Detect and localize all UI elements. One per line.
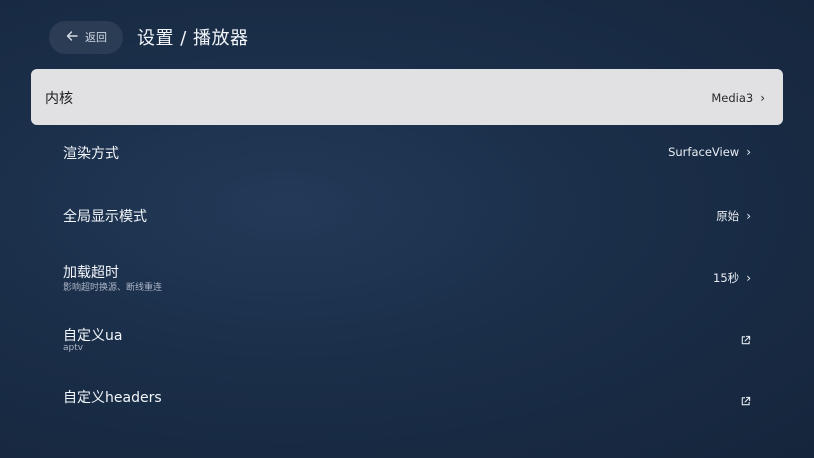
setting-row-load-timeout[interactable]: 加载超时 影响超时换源、断线重连 15秒 › — [31, 256, 783, 319]
setting-value: 15秒 › — [713, 270, 751, 286]
setting-title: 自定义ua — [63, 327, 123, 344]
back-button-label: 返回 — [85, 31, 107, 44]
chevron-right-icon: › — [760, 91, 765, 105]
setting-title: 渲染方式 — [63, 146, 119, 162]
setting-row-custom-headers[interactable]: 自定义headers — [31, 381, 783, 444]
setting-title: 加载超时 — [63, 265, 119, 281]
header: 返回 设置 / 播放器 — [49, 20, 249, 54]
external-link-icon — [740, 335, 751, 346]
back-button[interactable]: 返回 — [49, 20, 123, 54]
setting-row-display-mode[interactable]: 全局显示模式 原始 › — [31, 194, 783, 257]
chevron-right-icon: › — [746, 145, 751, 159]
setting-value: 原始 › — [716, 208, 751, 224]
setting-title: 内核 — [45, 91, 73, 107]
setting-value-label: Media3 — [711, 91, 754, 105]
setting-row-kernel[interactable]: 内核 Media3 › — [31, 69, 783, 125]
settings-list: 内核 Media3 › 渲染方式 SurfaceView › 全局显示模式 原始… — [31, 69, 783, 444]
chevron-right-icon: › — [746, 271, 751, 285]
external-link-icon — [740, 396, 751, 407]
setting-title: 全局显示模式 — [63, 208, 147, 225]
setting-value: SurfaceView › — [668, 145, 751, 159]
setting-value-label: SurfaceView — [668, 145, 740, 159]
setting-row-render-mode[interactable]: 渲染方式 SurfaceView › — [31, 131, 783, 194]
page-title: 设置 / 播放器 — [137, 28, 249, 49]
setting-subtitle: 影响超时换源、断线重连 — [63, 283, 163, 293]
chevron-right-icon: › — [746, 208, 751, 223]
setting-value-label: 15秒 — [713, 271, 740, 285]
setting-subtitle: aptv — [63, 342, 84, 353]
setting-value: Media3 › — [711, 91, 765, 105]
setting-row-custom-ua[interactable]: 自定义ua aptv — [31, 319, 783, 382]
setting-title: 自定义headers — [63, 390, 162, 406]
arrow-left-icon — [65, 28, 79, 47]
setting-value-label: 原始 — [716, 208, 740, 223]
